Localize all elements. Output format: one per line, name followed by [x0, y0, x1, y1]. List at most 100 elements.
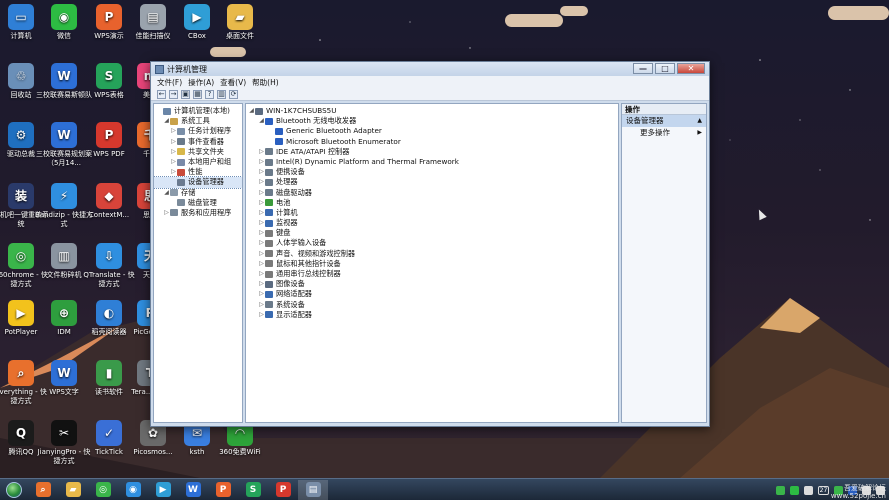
- taskbar-app-button[interactable]: ▤: [298, 479, 328, 500]
- device-tree-item[interactable]: ▷ 通用串行总线控制器: [246, 269, 618, 279]
- device-tree-item[interactable]: Generic Bluetooth Adapter: [246, 126, 618, 136]
- expand-arrow-icon[interactable]: ◢: [163, 188, 170, 198]
- taskbar-app-button[interactable]: P: [208, 480, 238, 500]
- menu-file[interactable]: 文件(F): [157, 77, 182, 88]
- navigation-tree-pane[interactable]: 计算机管理(本地) ◢ 系统工具 ▷ 任务计划程序 ▷ 事件查看器 ▷ 共享文件夹 ▷ 本地用户和组…: [153, 103, 243, 423]
- console-view-button[interactable]: ▥: [217, 89, 226, 99]
- help-button[interactable]: ?: [205, 89, 214, 99]
- nav-tree-item[interactable]: ▷ 共享文件夹: [154, 147, 242, 157]
- collapse-arrow-icon[interactable]: ▷: [258, 208, 265, 218]
- nav-tree-item[interactable]: ▷ 事件查看器: [154, 137, 242, 147]
- device-tree-item[interactable]: ▷ IDE ATA/ATAPI 控制器: [246, 147, 618, 157]
- nav-tree-item[interactable]: ▷ 性能: [154, 167, 242, 177]
- nav-tree-item[interactable]: 计算机管理(本地): [154, 106, 242, 116]
- device-tree-item[interactable]: ▷ 键盘: [246, 228, 618, 238]
- device-tree-item[interactable]: ◢ WIN-1K7CHSUBS5U: [246, 106, 618, 116]
- menu-action[interactable]: 操作(A): [188, 77, 214, 88]
- taskbar-app-button[interactable]: S: [238, 480, 268, 500]
- taskbar-app-button[interactable]: P: [268, 480, 298, 500]
- collapse-arrow-icon[interactable]: ▷: [170, 147, 177, 157]
- collapse-arrow-icon[interactable]: ▷: [258, 249, 265, 259]
- taskbar-app-button[interactable]: ▰: [58, 480, 88, 500]
- collapse-arrow-icon[interactable]: ▷: [258, 310, 265, 320]
- scan-hardware-button[interactable]: ⟳: [229, 89, 238, 99]
- expand-arrow-icon[interactable]: ◢: [163, 116, 170, 126]
- device-tree-item[interactable]: ▷ 鼠标和其他指针设备: [246, 259, 618, 269]
- node-icon: [265, 280, 273, 288]
- more-actions-item[interactable]: 更多操作 ▶: [622, 127, 706, 138]
- collapse-arrow-icon[interactable]: ▷: [258, 259, 265, 269]
- collapse-arrow-icon[interactable]: ▷: [258, 269, 265, 279]
- collapse-arrow-icon[interactable]: ▷: [258, 147, 265, 157]
- device-tree-pane[interactable]: ◢ WIN-1K7CHSUBS5U ◢ Bluetooth 无线电收发器 Generic…: [245, 103, 619, 423]
- nav-tree-item[interactable]: ◢ 系统工具: [154, 116, 242, 126]
- computer-management-window: 计算机管理 — □ ✕ 文件(F) 操作(A) 查看(V) 帮助(H) ← → …: [150, 61, 710, 427]
- cloud-tray-icon[interactable]: [804, 485, 813, 495]
- collapse-arrow-icon[interactable]: ▷: [170, 167, 177, 177]
- collapse-arrow-icon[interactable]: ▷: [170, 126, 177, 136]
- collapse-arrow-icon[interactable]: ▷: [258, 289, 265, 299]
- nav-tree-item[interactable]: ◢ 存储: [154, 188, 242, 198]
- desktop-icon[interactable]: ▰ 桌面文件: [211, 4, 269, 41]
- device-tree-item[interactable]: ▷ 监视器: [246, 218, 618, 228]
- expand-arrow-icon[interactable]: ◢: [258, 116, 265, 126]
- collapse-arrow-icon[interactable]: ▷: [258, 238, 265, 248]
- collapse-arrow-icon[interactable]: ▷: [258, 218, 265, 228]
- wechat-tray-icon[interactable]: [790, 485, 799, 495]
- device-tree-item[interactable]: Microsoft Bluetooth Enumerator: [246, 137, 618, 147]
- collapse-arrow-icon[interactable]: ▷: [258, 228, 265, 238]
- properties-button[interactable]: ▦: [193, 89, 202, 99]
- device-tree-item[interactable]: ▷ 处理器: [246, 177, 618, 187]
- device-tree-item[interactable]: ▷ 便携设备: [246, 167, 618, 177]
- device-tree-item[interactable]: ◢ Bluetooth 无线电收发器: [246, 116, 618, 126]
- node-icon: [265, 290, 273, 298]
- device-tree-item[interactable]: ▷ 人体学输入设备: [246, 238, 618, 248]
- tree-item-label: 系统设备: [276, 299, 305, 309]
- tree-item-label: 存储: [181, 187, 196, 197]
- collapse-arrow-icon[interactable]: ▷: [170, 157, 177, 167]
- taskbar-app-button[interactable]: W: [178, 480, 208, 500]
- start-button[interactable]: [0, 480, 28, 500]
- collapse-arrow-icon[interactable]: ▷: [258, 177, 265, 187]
- taskbar-app-button[interactable]: ◎: [88, 480, 118, 500]
- show-hide-tree-button[interactable]: ▣: [181, 89, 190, 99]
- forward-button[interactable]: →: [169, 89, 178, 99]
- collapse-arrow-icon[interactable]: ▷: [170, 137, 177, 147]
- collapse-arrow-icon[interactable]: ▷: [258, 157, 265, 167]
- taskbar-app-button[interactable]: ◉: [118, 480, 148, 500]
- device-tree-item[interactable]: ▷ 系统设备: [246, 300, 618, 310]
- close-button[interactable]: ✕: [677, 63, 705, 74]
- device-tree-item[interactable]: ▷ 图像设备: [246, 279, 618, 289]
- window-titlebar[interactable]: 计算机管理 — □ ✕: [151, 62, 709, 76]
- device-tree-item[interactable]: ▷ 电池: [246, 198, 618, 208]
- calendar-tray-icon[interactable]: 27: [818, 485, 829, 495]
- taskbar-app-button[interactable]: ⌕: [28, 480, 58, 500]
- collapse-arrow-icon[interactable]: ▷: [163, 208, 170, 218]
- device-tree-item[interactable]: ▷ Intel(R) Dynamic Platform and Thermal F…: [246, 157, 618, 167]
- device-tree-item[interactable]: ▷ 显示适配器: [246, 310, 618, 320]
- device-tree-item[interactable]: ▷ 网络适配器: [246, 289, 618, 299]
- device-tree-item[interactable]: ▷ 计算机: [246, 208, 618, 218]
- network-icon[interactable]: [776, 485, 785, 495]
- nav-tree-item[interactable]: ▷ 任务计划程序: [154, 126, 242, 136]
- collapse-arrow-icon[interactable]: ▲: [697, 115, 702, 127]
- collapse-arrow-icon[interactable]: ▷: [258, 300, 265, 310]
- nav-tree-item[interactable]: ▷ 服务和应用程序: [154, 208, 242, 218]
- collapse-arrow-icon[interactable]: ▷: [258, 167, 265, 177]
- nav-tree-item[interactable]: 设备管理器: [154, 176, 242, 189]
- nav-tree-item[interactable]: ▷ 本地用户和组: [154, 157, 242, 167]
- menu-help[interactable]: 帮助(H): [252, 77, 279, 88]
- taskbar-app-button[interactable]: ▶: [148, 480, 178, 500]
- collapse-arrow-icon[interactable]: ▷: [258, 188, 265, 198]
- collapse-arrow-icon[interactable]: ▷: [258, 198, 265, 208]
- maximize-button[interactable]: □: [655, 63, 675, 74]
- menu-view[interactable]: 查看(V): [220, 77, 246, 88]
- nav-tree-item[interactable]: 磁盘管理: [154, 198, 242, 208]
- expand-arrow-icon[interactable]: ◢: [248, 106, 255, 116]
- collapse-arrow-icon[interactable]: ▷: [258, 279, 265, 289]
- actions-device-manager[interactable]: 设备管理器 ▲: [622, 115, 706, 127]
- device-tree-item[interactable]: ▷ 声音、视频和游戏控制器: [246, 249, 618, 259]
- minimize-button[interactable]: —: [633, 63, 653, 74]
- device-tree-item[interactable]: ▷ 磁盘驱动器: [246, 188, 618, 198]
- back-button[interactable]: ←: [157, 89, 166, 99]
